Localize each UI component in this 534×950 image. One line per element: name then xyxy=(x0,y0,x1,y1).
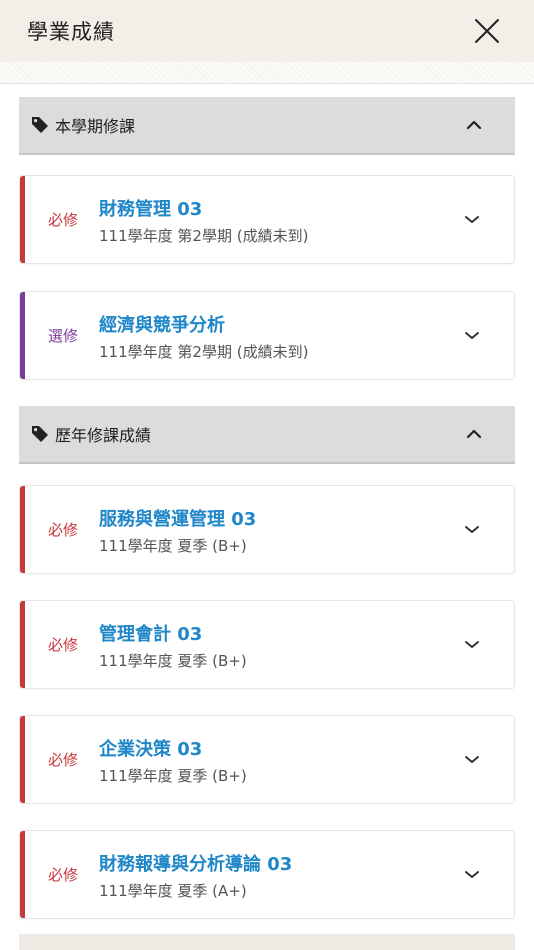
next-section-header-partial xyxy=(19,934,515,950)
course-card[interactable]: 必修 管理會計 03 111學年度 夏季 (B+) xyxy=(19,600,515,689)
course-type-label: 必修 xyxy=(48,211,79,229)
course-type-label: 必修 xyxy=(48,866,79,884)
course-name: 財務管理 03 xyxy=(99,199,203,220)
course-info: 111學年度 夏季 (B+) xyxy=(99,767,247,785)
tag-icon xyxy=(31,425,49,443)
tag-icon xyxy=(31,116,49,134)
course-card[interactable]: 必修 財務報導與分析導論 03 111學年度 夏季 (A+) xyxy=(19,830,515,919)
app-header: 學業成績 xyxy=(0,0,534,62)
header-divider xyxy=(0,62,534,84)
course-info: 111學年度 夏季 (B+) xyxy=(99,537,247,555)
course-name: 經濟與競爭分析 xyxy=(99,315,225,336)
course-type-bar xyxy=(20,486,25,573)
page-title: 學業成績 xyxy=(27,20,115,44)
course-name: 服務與營運管理 03 xyxy=(99,509,257,530)
course-card[interactable]: 必修 企業決策 03 111學年度 夏季 (B+) xyxy=(19,715,515,804)
chevron-down-icon[interactable] xyxy=(464,214,480,225)
section-header-past-grades[interactable]: 歷年修課成績 xyxy=(19,406,515,464)
chevron-up-icon[interactable] xyxy=(465,119,483,131)
course-card[interactable]: 選修 經濟與競爭分析 111學年度 第2學期 (成績未到) xyxy=(19,291,515,380)
close-icon xyxy=(475,19,499,43)
course-info: 111學年度 第2學期 (成績未到) xyxy=(99,343,309,361)
course-type-bar xyxy=(20,716,25,803)
chevron-down-icon[interactable] xyxy=(464,524,480,535)
course-type-label: 必修 xyxy=(48,636,79,654)
course-type-label: 必修 xyxy=(48,751,79,769)
course-card[interactable]: 必修 財務管理 03 111學年度 第2學期 (成績未到) xyxy=(19,175,515,264)
chevron-down-icon[interactable] xyxy=(464,639,480,650)
section-title: 本學期修課 xyxy=(55,117,136,136)
course-type-bar xyxy=(20,176,25,263)
course-type-label: 選修 xyxy=(48,327,79,345)
course-type-bar xyxy=(20,292,25,379)
chevron-down-icon[interactable] xyxy=(464,869,480,880)
course-info: 111學年度 夏季 (B+) xyxy=(99,652,247,670)
course-name: 財務報導與分析導論 03 xyxy=(99,854,293,875)
course-type-bar xyxy=(20,601,25,688)
course-type-bar xyxy=(20,831,25,918)
chevron-down-icon[interactable] xyxy=(464,330,480,341)
course-type-label: 必修 xyxy=(48,521,79,539)
course-name: 企業決策 03 xyxy=(99,739,203,760)
course-info: 111學年度 夏季 (A+) xyxy=(99,882,247,900)
section-header-current-semester[interactable]: 本學期修課 xyxy=(19,97,515,155)
course-card[interactable]: 必修 服務與營運管理 03 111學年度 夏季 (B+) xyxy=(19,485,515,574)
close-button[interactable] xyxy=(470,14,504,48)
course-name: 管理會計 03 xyxy=(99,624,203,645)
chevron-down-icon[interactable] xyxy=(464,754,480,765)
section-title: 歷年修課成績 xyxy=(55,426,152,445)
course-info: 111學年度 第2學期 (成績未到) xyxy=(99,227,309,245)
chevron-up-icon[interactable] xyxy=(465,428,483,440)
